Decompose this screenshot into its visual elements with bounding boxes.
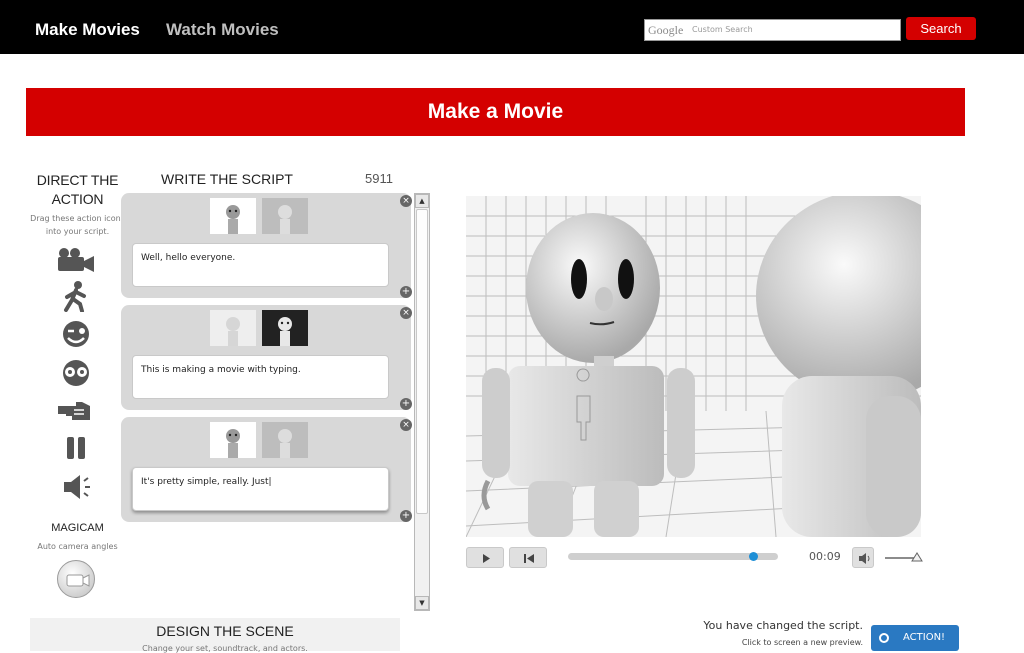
- script-line-card[interactable]: This is making a movie with typing. × +: [121, 305, 412, 410]
- add-line-icon[interactable]: +: [400, 398, 412, 410]
- playback-progress-bar[interactable]: [568, 552, 778, 561]
- search-button[interactable]: Search: [906, 17, 976, 40]
- magicam-title: MAGICAM: [51, 522, 104, 534]
- direct-action-subtitle: Drag these action icons into your script…: [30, 214, 125, 236]
- remove-line-icon[interactable]: ×: [400, 307, 412, 319]
- magicam-subtitle: Auto camera angles: [37, 542, 118, 551]
- actor-left-thumb[interactable]: [210, 310, 256, 346]
- scroll-down-arrow-icon[interactable]: ▼: [415, 596, 429, 610]
- action-button[interactable]: ACTION!: [871, 625, 959, 651]
- remove-line-icon[interactable]: ×: [400, 195, 412, 207]
- play-button[interactable]: [466, 547, 504, 568]
- script-line-card[interactable]: Well, hello everyone. × +: [121, 193, 412, 298]
- actor-right-thumb[interactable]: [262, 422, 308, 458]
- actor-left-thumb-active[interactable]: [210, 198, 256, 234]
- point-hand-icon[interactable]: [56, 394, 96, 426]
- speaker-icon[interactable]: [56, 471, 96, 503]
- magicam-camera-icon: [66, 574, 90, 587]
- action-button-label: ACTION!: [903, 632, 946, 643]
- add-line-icon[interactable]: +: [400, 286, 412, 298]
- camera-icon[interactable]: [56, 245, 96, 277]
- search-input[interactable]: Google Custom Search: [644, 19, 901, 41]
- rewind-button[interactable]: [509, 547, 547, 568]
- actor-left-thumb-active[interactable]: [210, 422, 256, 458]
- script-line-input[interactable]: It's pretty simple, really. Just|: [132, 467, 389, 511]
- search-placeholder: Custom Search: [692, 25, 753, 34]
- actor-right-thumb[interactable]: [262, 198, 308, 234]
- preview-hint: Click to screen a new preview.: [741, 638, 863, 647]
- add-line-icon[interactable]: +: [400, 510, 412, 522]
- nav-watch-movies[interactable]: Watch Movies: [166, 20, 279, 40]
- script-line-card[interactable]: It's pretty simple, really. Just| × +: [121, 417, 412, 522]
- actor-right-thumb-active[interactable]: [262, 310, 308, 346]
- volume-icon: [859, 553, 870, 564]
- scroll-thumb[interactable]: [416, 209, 428, 514]
- design-scene-subtitle: Change your set, soundtrack, and actors.: [142, 644, 308, 653]
- scroll-up-arrow-icon[interactable]: ▲: [415, 194, 429, 208]
- direct-action-title: DIRECT THE ACTION: [36, 172, 119, 207]
- top-nav-bar: Make Movies Watch Movies Google Custom S…: [0, 0, 1024, 54]
- script-line-input[interactable]: Well, hello everyone.: [132, 243, 389, 287]
- nav-make-movies[interactable]: Make Movies: [35, 20, 140, 40]
- play-icon: [483, 554, 490, 563]
- page-title: Make a Movie: [26, 88, 965, 136]
- google-logo: Google: [648, 23, 684, 37]
- skip-back-icon: [524, 554, 534, 563]
- script-changed-message: You have changed the script.: [703, 619, 863, 632]
- character-count: 5911: [365, 171, 393, 186]
- design-scene-title: DESIGN THE SCENE: [156, 623, 294, 639]
- write-script-title: WRITE THE SCRIPT: [161, 171, 293, 187]
- design-scene-panel[interactable]: DESIGN THE SCENE Change your set, soundt…: [30, 618, 400, 653]
- playback-progress-knob[interactable]: [748, 552, 758, 561]
- script-scrollbar[interactable]: ▲ ▼: [414, 193, 430, 611]
- action-ring-icon: [879, 633, 889, 643]
- script-line-input[interactable]: This is making a movie with typing.: [132, 355, 389, 399]
- eyes-face-icon[interactable]: [56, 357, 96, 389]
- pause-icon[interactable]: [56, 432, 96, 464]
- playback-time: 00:09: [809, 550, 841, 563]
- wink-face-icon[interactable]: [56, 318, 96, 350]
- movie-preview[interactable]: [466, 196, 921, 537]
- remove-line-icon[interactable]: ×: [400, 419, 412, 431]
- robot-scene-image: [466, 196, 921, 537]
- magicam-button[interactable]: [57, 560, 95, 598]
- walk-icon[interactable]: [56, 280, 96, 312]
- volume-button[interactable]: [852, 547, 874, 568]
- volume-slider[interactable]: [885, 552, 923, 562]
